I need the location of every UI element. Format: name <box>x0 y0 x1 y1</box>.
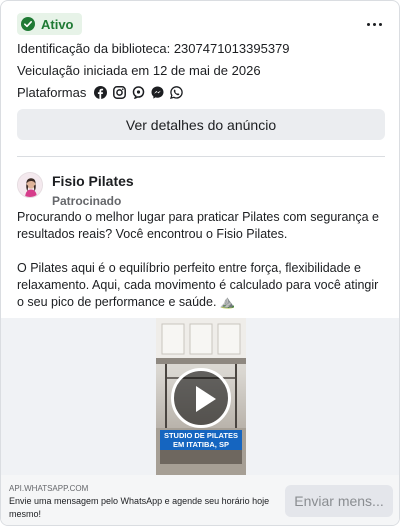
footer-domain: API.WHATSAPP.COM <box>9 484 89 493</box>
ad-body-text: Procurando o melhor lugar para praticar … <box>17 209 387 323</box>
whatsapp-icon <box>170 86 184 99</box>
library-id: Identificação da biblioteca: 23074710133… <box>17 41 290 56</box>
footer-description: Envie uma mensagem pelo WhatsApp e agend… <box>9 496 270 519</box>
media-area: STUDIO DE PILATES EM ITATIBA, SP <box>1 318 399 475</box>
sponsored-label: Patrocinado <box>52 194 122 208</box>
ad-card: Ativo Identificação da biblioteca: 23074… <box>0 0 400 526</box>
ad-paragraph-2: O Pilates aqui é o equilíbrio perfeito e… <box>17 261 379 309</box>
messenger-icon <box>151 86 164 99</box>
audience-network-icon <box>133 86 145 99</box>
more-options-button[interactable] <box>363 17 385 31</box>
check-circle-icon <box>21 17 35 31</box>
status-badge: Ativo <box>17 13 82 35</box>
advertiser-texts: Fisio Pilates Patrocinado <box>52 172 134 208</box>
status-row: Ativo <box>17 13 82 35</box>
ad-footer: API.WHATSAPP.COM Envie uma mensagem pelo… <box>1 475 399 525</box>
send-message-button[interactable]: Enviar mens... <box>285 485 393 517</box>
video-thumbnail[interactable]: STUDIO DE PILATES EM ITATIBA, SP <box>156 318 246 475</box>
avatar-image <box>18 173 42 197</box>
ad-paragraph-1: Procurando o melhor lugar para praticar … <box>17 210 379 241</box>
run-start-date: Veiculação iniciada em 12 de mai de 2026 <box>17 63 261 78</box>
platform-icons <box>94 86 184 99</box>
avatar[interactable] <box>17 172 43 198</box>
platforms-row: Plataformas <box>17 85 184 100</box>
status-label: Ativo <box>41 16 74 32</box>
more-horizontal-icon <box>366 22 370 26</box>
advertiser-name[interactable]: Fisio Pilates <box>52 173 134 189</box>
play-icon <box>196 386 216 412</box>
instagram-icon <box>113 86 127 99</box>
view-ad-details-button[interactable]: Ver detalhes do anúncio <box>17 109 385 140</box>
facebook-icon <box>94 86 108 99</box>
divider <box>17 156 385 157</box>
play-button[interactable] <box>171 368 231 428</box>
platforms-label: Plataformas <box>17 85 87 100</box>
advertiser-header: Fisio Pilates Patrocinado <box>17 172 134 208</box>
video-caption: STUDIO DE PILATES EM ITATIBA, SP <box>160 430 242 450</box>
